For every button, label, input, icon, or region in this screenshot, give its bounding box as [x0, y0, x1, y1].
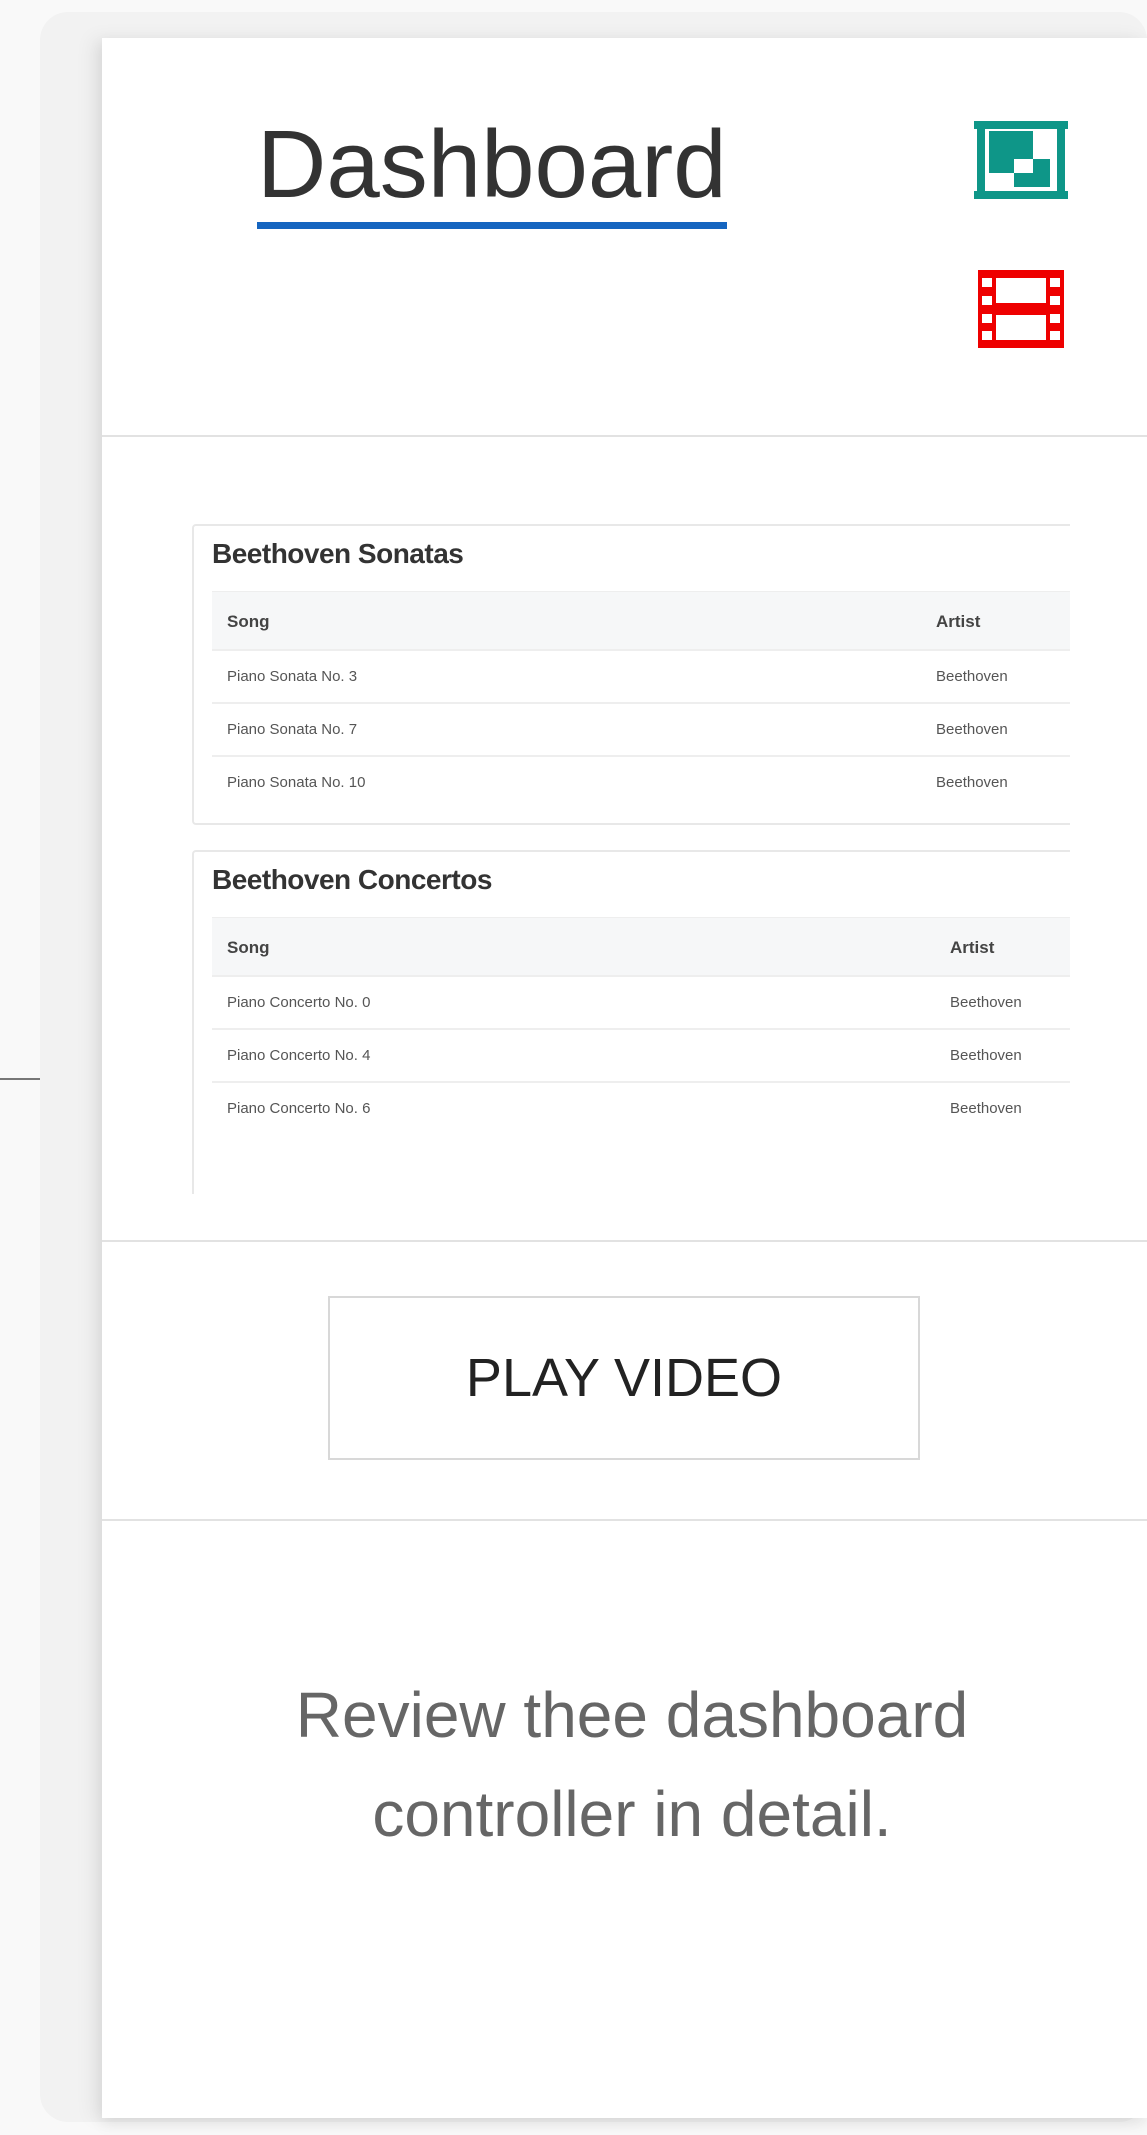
cell-song: Piano Sonata No. 7 — [227, 721, 358, 738]
sonatas-panel: Beethoven Sonatas Song Artist Piano Sona… — [192, 524, 1070, 825]
table-row: Piano Sonata No. 10 Beethoven — [212, 755, 1070, 810]
table-row: Piano Sonata No. 7 Beethoven — [212, 702, 1070, 757]
cell-song: Piano Concerto No. 6 — [227, 1100, 371, 1117]
play-video-button[interactable]: PLAY VIDEO — [328, 1296, 920, 1460]
cell-song: Piano Sonata No. 3 — [227, 668, 358, 685]
cell-artist: Beethoven — [936, 668, 1008, 685]
dashboard-link[interactable]: Dashboard — [257, 110, 727, 230]
table-row: Piano Concerto No. 6 Beethoven — [212, 1081, 1070, 1136]
table-header: Song Artist — [212, 917, 1070, 976]
play-section: PLAY VIDEO — [102, 1242, 1147, 1519]
film-icon[interactable] — [974, 266, 1068, 352]
cell-song: Piano Concerto No. 0 — [227, 994, 371, 1011]
concertos-panel: Beethoven Concertos Song Artist Piano Co… — [192, 850, 1070, 1194]
cell-artist: Beethoven — [936, 774, 1008, 791]
card-header: Dashboard — [102, 38, 1147, 435]
column-song: Song — [227, 612, 270, 631]
table-row: Piano Concerto No. 0 Beethoven — [212, 975, 1070, 1030]
cell-artist: Beethoven — [936, 721, 1008, 738]
backdrop-divider — [0, 1078, 40, 1080]
table-row: Piano Sonata No. 3 Beethoven — [212, 649, 1070, 704]
cell-artist: Beethoven — [950, 1047, 1022, 1064]
cell-song: Piano Concerto No. 4 — [227, 1047, 371, 1064]
panel-title: Beethoven Concertos — [212, 864, 492, 895]
screenshot-preview: Beethoven Sonatas Song Artist Piano Sona… — [192, 524, 1070, 1194]
screenshot-icon[interactable] — [974, 117, 1068, 203]
column-song: Song — [227, 938, 270, 957]
header-divider — [102, 435, 1147, 437]
dashboard-card: Dashboard Beethoven Sonatas Song Artist … — [102, 38, 1147, 2118]
table-row: Piano Concerto No. 4 Beethoven — [212, 1028, 1070, 1083]
description-text: Review thee dashboard controller in deta… — [295, 1679, 969, 1851]
cell-artist: Beethoven — [950, 1100, 1022, 1117]
play-divider — [102, 1519, 1147, 1521]
column-artist: Artist — [950, 938, 995, 957]
cell-artist: Beethoven — [950, 994, 1022, 1011]
table-header: Song Artist — [212, 591, 1070, 650]
cell-song: Piano Sonata No. 10 — [227, 774, 366, 791]
panel-title: Beethoven Sonatas — [212, 538, 464, 569]
column-artist: Artist — [936, 612, 981, 631]
